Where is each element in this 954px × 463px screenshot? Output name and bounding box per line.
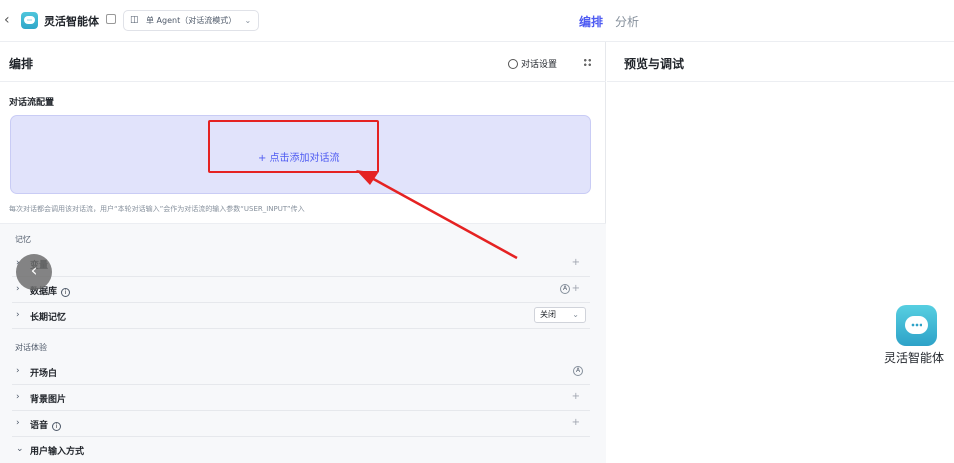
annotation-arrow-icon [356, 170, 518, 260]
